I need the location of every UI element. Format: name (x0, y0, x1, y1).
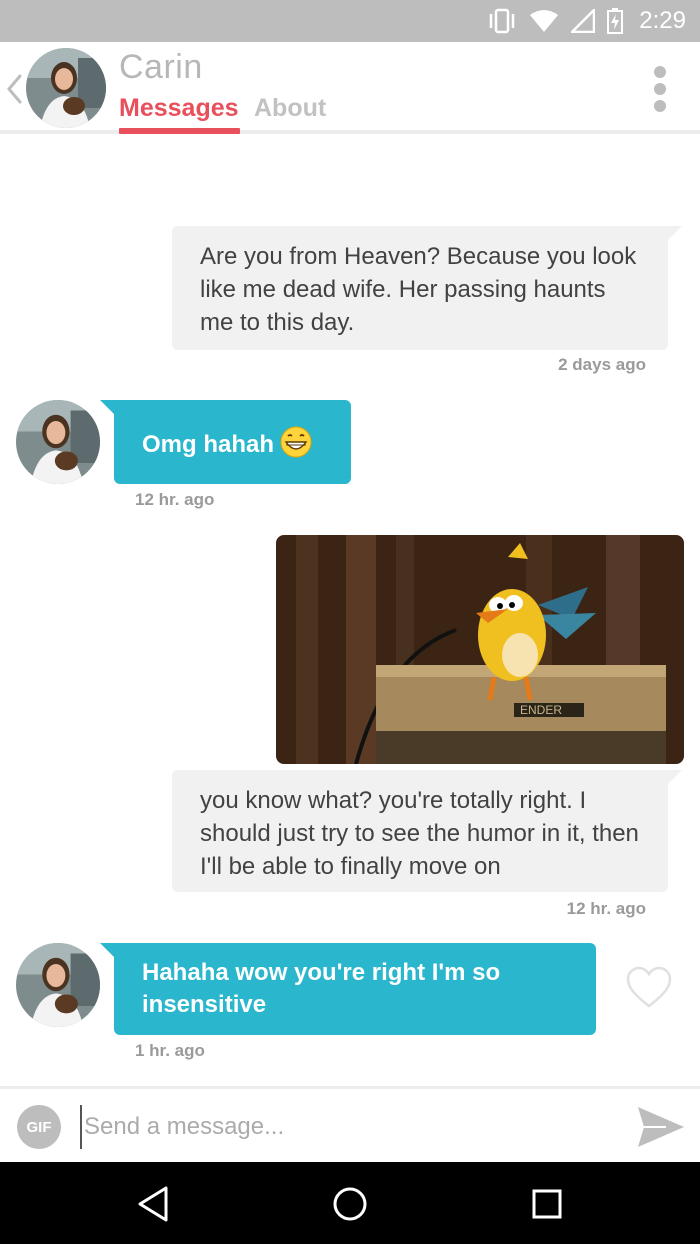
contact-avatar[interactable] (26, 48, 106, 128)
status-bar: 2:29 (0, 0, 700, 42)
gif-button[interactable]: GIF (17, 1105, 61, 1149)
nav-back-icon[interactable] (134, 1184, 174, 1224)
active-tab-indicator (119, 128, 240, 134)
amp-brand-text: ENDER (520, 703, 562, 717)
message-input[interactable] (80, 1105, 610, 1149)
outgoing-message-bubble: Are you from Heaven? Because you look li… (172, 226, 682, 350)
nav-home-icon[interactable] (330, 1184, 370, 1224)
status-icons: 2:29 (487, 7, 686, 34)
message-timestamp: 12 hr. ago (135, 490, 215, 509)
gif-message-image[interactable]: ENDER (276, 535, 684, 764)
battery-charging-icon (607, 8, 624, 34)
status-time: 2:29 (639, 7, 686, 34)
message-timestamp: 1 hr. ago (135, 1041, 205, 1060)
contact-avatar[interactable] (16, 400, 100, 484)
tab-about[interactable]: About (254, 94, 326, 123)
signal-icon (571, 9, 596, 33)
overflow-menu-icon[interactable] (654, 66, 666, 112)
message-text: Hahaha wow you're right I'm so insensiti… (142, 959, 501, 1018)
grinning-face-icon (280, 426, 312, 458)
vibrate-icon (490, 8, 515, 34)
back-chevron-icon[interactable] (4, 72, 24, 106)
nav-recents-icon[interactable] (527, 1184, 567, 1224)
message-composer: GIF (0, 1086, 700, 1162)
send-icon[interactable] (636, 1105, 686, 1149)
contact-avatar[interactable] (16, 943, 100, 1027)
message-timestamp: 2 days ago (558, 355, 646, 374)
tab-messages[interactable]: Messages (119, 94, 239, 123)
message-timestamp: 12 hr. ago (566, 899, 646, 918)
incoming-message-bubble: Omg hahah (100, 400, 351, 484)
conversation-header: Carin Messages About (0, 42, 700, 134)
message-text: Omg hahah (142, 431, 275, 458)
outgoing-message-bubble: you know what? you're totally right. I s… (172, 770, 682, 892)
system-navigation-bar (0, 1162, 700, 1244)
incoming-message-bubble: Hahaha wow you're right I'm so insensiti… (100, 943, 596, 1035)
like-heart-icon[interactable] (626, 966, 672, 1010)
message-text: you know what? you're totally right. I s… (200, 787, 639, 880)
contact-name: Carin (119, 48, 203, 86)
wifi-icon (530, 10, 559, 32)
message-text: Are you from Heaven? Because you look li… (200, 243, 637, 336)
